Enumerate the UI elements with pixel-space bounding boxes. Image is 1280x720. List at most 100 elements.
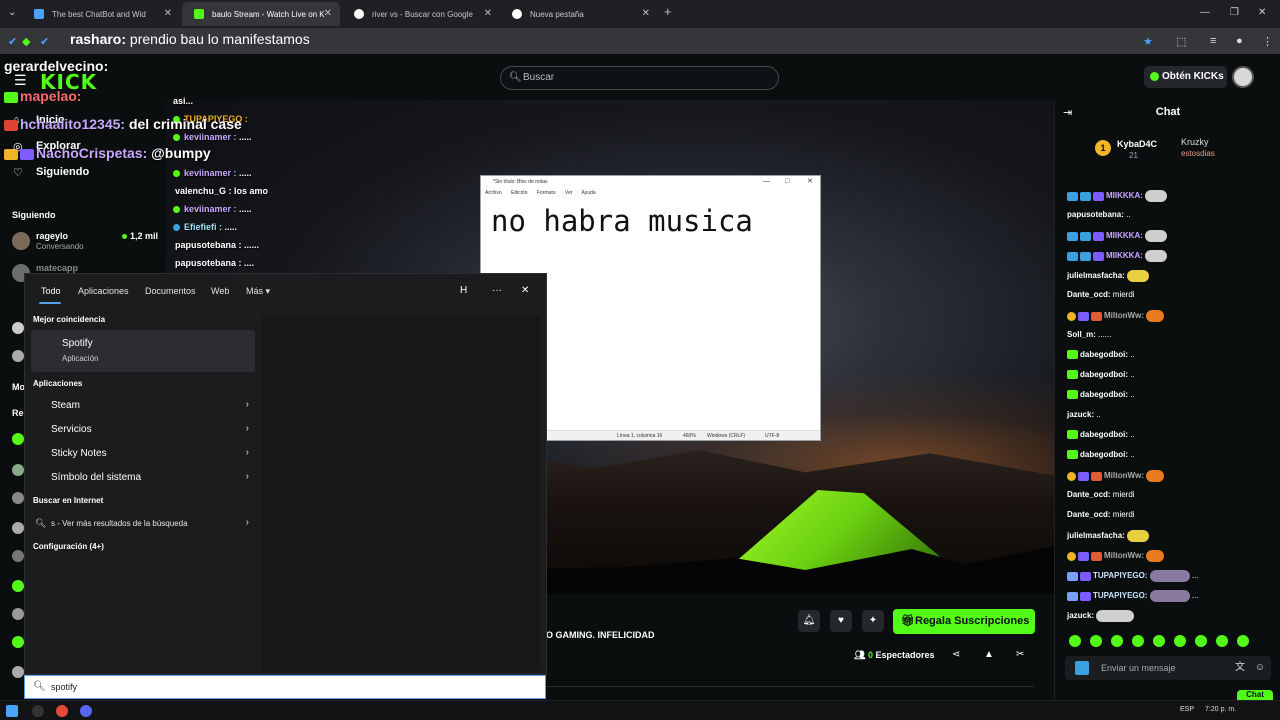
browser-tab[interactable]: Nueva pestaña ✕ bbox=[500, 2, 658, 26]
app-result-sticky-notes[interactable]: Sticky Notes › bbox=[31, 443, 249, 465]
channel-avatar[interactable] bbox=[12, 322, 24, 334]
channel-avatar[interactable] bbox=[12, 636, 24, 648]
windows-start-icon[interactable] bbox=[6, 705, 18, 717]
emote-icon[interactable] bbox=[1216, 635, 1228, 647]
send-chat-button[interactable]: Chat bbox=[1237, 690, 1273, 700]
channel-name: matecapp bbox=[36, 263, 79, 273]
tab-more[interactable]: Más ▾ bbox=[246, 286, 270, 297]
browser-tab[interactable]: river vs - Buscar con Google ✕ bbox=[342, 2, 500, 26]
menu-item-formato[interactable]: Formato bbox=[537, 190, 556, 196]
emote-icon[interactable] bbox=[1132, 635, 1144, 647]
sparkle-button[interactable]: ✦ bbox=[862, 610, 884, 632]
chevron-right-icon[interactable]: › bbox=[246, 423, 249, 434]
tab-web[interactable]: Web bbox=[211, 286, 229, 296]
report-icon[interactable]: ▲ bbox=[984, 649, 994, 660]
chat-message: papusotebana: .. bbox=[1067, 210, 1131, 219]
clock[interactable]: 7:20 p. m. bbox=[1205, 706, 1236, 713]
translate-icon[interactable]: 文 bbox=[1235, 656, 1245, 680]
chrome-icon[interactable] bbox=[56, 705, 68, 717]
channel-item[interactable]: rageylo Conversando 1,2 mil bbox=[12, 230, 162, 256]
chevron-right-icon[interactable]: › bbox=[246, 399, 249, 410]
avatar[interactable] bbox=[1232, 66, 1254, 88]
emoji-icon[interactable]: ☺ bbox=[1255, 656, 1265, 680]
chevron-right-icon[interactable]: › bbox=[246, 517, 249, 528]
close-tab-icon[interactable]: ✕ bbox=[642, 8, 650, 19]
emote-icon[interactable] bbox=[1195, 635, 1207, 647]
web-search-result[interactable]: 🔍︎ s - Ver más resultados de la búsqueda… bbox=[31, 513, 249, 535]
search-input[interactable]: 🔍︎ Buscar bbox=[500, 66, 779, 90]
channel-avatar[interactable] bbox=[12, 550, 24, 562]
close-tab-icon[interactable]: ✕ bbox=[164, 8, 172, 19]
close-tab-icon[interactable]: ✕ bbox=[324, 8, 332, 19]
app-result-servicios[interactable]: Servicios › bbox=[31, 419, 249, 441]
discord-icon[interactable] bbox=[80, 705, 92, 717]
menu-item-ver[interactable]: Ver bbox=[565, 190, 573, 196]
extensions-icon[interactable]: ⬚ bbox=[1176, 35, 1186, 48]
notepad-text-area[interactable]: no habra musica bbox=[491, 204, 753, 238]
tab-apps[interactable]: Aplicaciones bbox=[78, 286, 129, 296]
more-options-icon[interactable]: ··· bbox=[492, 285, 502, 296]
share-icon[interactable]: ⋖ bbox=[952, 649, 960, 660]
sidebar-item-following[interactable]: Siguiendo bbox=[36, 166, 89, 178]
search-icon[interactable] bbox=[32, 705, 44, 717]
channel-avatar[interactable] bbox=[12, 433, 24, 445]
emote-icon[interactable] bbox=[1069, 635, 1081, 647]
gift-subscriptions-button[interactable]: 🎁︎ Regala Suscripciones bbox=[893, 609, 1035, 634]
close-icon[interactable]: ✕ bbox=[521, 285, 529, 296]
notepad-titlebar[interactable]: *Sin título: Bloc de notas — □ ✕ bbox=[481, 176, 820, 188]
app-result-label: Sticky Notes bbox=[51, 448, 107, 459]
settings-header[interactable]: Configuración (4+) bbox=[33, 542, 104, 551]
clip-icon[interactable]: ✂ bbox=[1016, 649, 1024, 660]
channel-avatar[interactable] bbox=[12, 608, 24, 620]
tab-documents[interactable]: Documentos bbox=[145, 286, 196, 296]
menu-icon[interactable]: ☰ bbox=[14, 72, 27, 89]
app-result-cmd[interactable]: Símbolo del sistema › bbox=[31, 467, 249, 489]
tab-list-icon[interactable]: ⌄ bbox=[8, 7, 16, 18]
tab-title: river vs - Buscar con Google bbox=[372, 9, 473, 19]
channel-avatar[interactable] bbox=[12, 666, 24, 678]
emote-bar[interactable] bbox=[1069, 634, 1275, 648]
emote-icon[interactable] bbox=[1174, 635, 1186, 647]
emote-icon[interactable] bbox=[1153, 635, 1165, 647]
channel-avatar[interactable] bbox=[12, 522, 24, 534]
search-icon: 🔍︎ bbox=[35, 518, 47, 528]
channel-avatar[interactable] bbox=[12, 580, 24, 592]
browser-menu-icon[interactable]: ⋮ bbox=[1262, 35, 1273, 48]
chevron-right-icon[interactable]: › bbox=[246, 471, 249, 482]
minimize-icon[interactable]: — bbox=[763, 176, 770, 188]
best-match-spotify[interactable]: Spotify Aplicación bbox=[31, 330, 255, 372]
tab-all[interactable]: Todo bbox=[41, 286, 61, 296]
new-tab-button[interactable]: + bbox=[664, 4, 672, 19]
chat-message-input[interactable]: Enviar un mensaje 文 ☺ bbox=[1065, 656, 1271, 680]
bookmark-star-icon[interactable]: ★ bbox=[1143, 35, 1153, 48]
browser-tab[interactable]: The best ChatBot and Wid ✕ bbox=[22, 2, 180, 26]
media-icon[interactable]: ≡ bbox=[1210, 35, 1216, 47]
emote-icon[interactable] bbox=[1090, 635, 1102, 647]
menu-item-edicion[interactable]: Edición bbox=[511, 190, 527, 196]
badge-icon: ✔ bbox=[8, 36, 18, 48]
tab-title: baulo Stream - Watch Live on K bbox=[212, 9, 325, 19]
channel-avatar[interactable] bbox=[12, 350, 24, 362]
channel-avatar[interactable] bbox=[12, 492, 24, 504]
emote-icon[interactable] bbox=[1111, 635, 1123, 647]
close-window-icon[interactable]: ✕ bbox=[1258, 7, 1266, 18]
emote-icon[interactable] bbox=[1237, 635, 1249, 647]
close-icon[interactable]: ✕ bbox=[807, 176, 813, 188]
channel-avatar[interactable] bbox=[12, 464, 24, 476]
get-kicks-button[interactable]: Obtén KICKs bbox=[1144, 66, 1227, 88]
app-result-steam[interactable]: Steam › bbox=[31, 395, 249, 417]
maximize-icon[interactable]: ❐ bbox=[1230, 7, 1239, 18]
minimize-icon[interactable]: — bbox=[1200, 7, 1210, 18]
account-icon[interactable]: H bbox=[460, 285, 467, 296]
menu-item-ayuda[interactable]: Ayuda bbox=[582, 190, 596, 196]
chevron-right-icon[interactable]: › bbox=[246, 447, 249, 458]
input-language[interactable]: ESP bbox=[1180, 706, 1194, 713]
follow-heart-button[interactable]: ♥ bbox=[830, 610, 852, 632]
windows-search-input[interactable]: 🔍︎ spotify bbox=[24, 675, 546, 699]
menu-item-archivo[interactable]: Archivo bbox=[485, 190, 502, 196]
profile-icon[interactable]: ● bbox=[1236, 35, 1243, 47]
close-tab-icon[interactable]: ✕ bbox=[484, 8, 492, 19]
maximize-icon[interactable]: □ bbox=[785, 176, 789, 188]
notification-bell-button[interactable]: 🔔︎ bbox=[798, 610, 820, 632]
browser-tab-active[interactable]: baulo Stream - Watch Live on K ✕ bbox=[182, 2, 340, 26]
